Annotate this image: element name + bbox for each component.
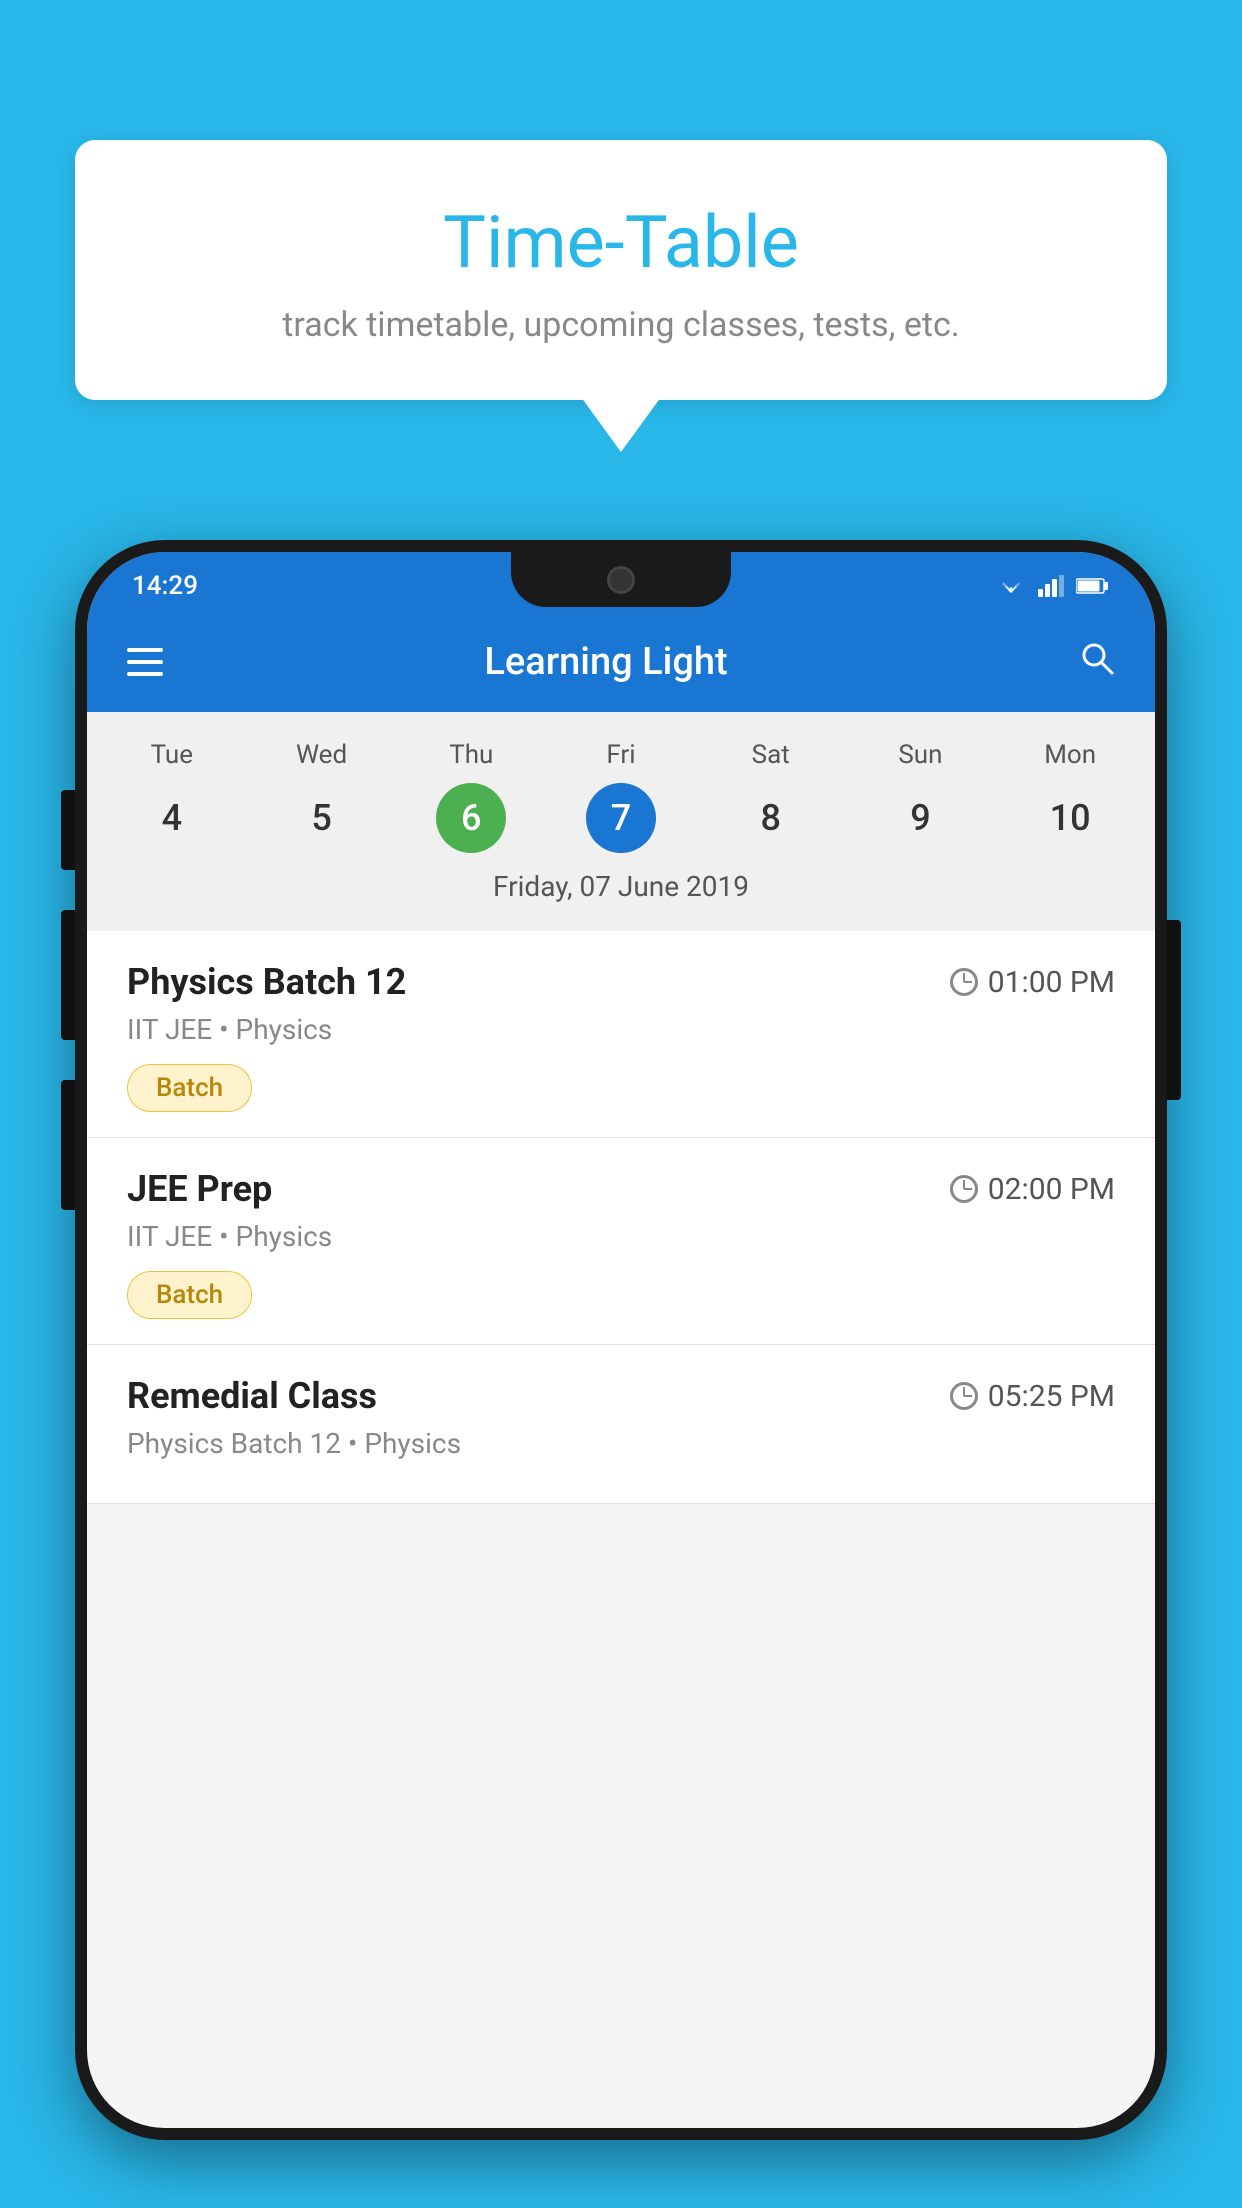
phone-btn-power: [61, 790, 75, 870]
schedule-title-3: Remedial Class: [127, 1375, 377, 1417]
day-tue: Tue: [97, 732, 247, 778]
schedule-time-text-3: 05:25 PM: [988, 1379, 1115, 1414]
phone-btn-right: [1167, 920, 1181, 1100]
phone-btn-vol-up: [61, 910, 75, 1040]
schedule-item-3-header: Remedial Class 05:25 PM: [127, 1375, 1115, 1417]
date-6-today[interactable]: 6: [436, 783, 506, 853]
schedule-item-2-header: JEE Prep 02:00 PM: [127, 1168, 1115, 1210]
phone-camera: [607, 566, 635, 594]
days-row: Tue Wed Thu Fri Sat Sun Mon: [87, 732, 1155, 778]
bubble-subtitle: track timetable, upcoming classes, tests…: [125, 305, 1117, 345]
batch-tag-2: Batch: [127, 1271, 252, 1319]
phone-btn-vol-down: [61, 1080, 75, 1210]
schedule-item-1-header: Physics Batch 12 01:00 PM: [127, 961, 1115, 1003]
batch-tag-1: Batch: [127, 1064, 252, 1112]
schedule-subtitle-3: Physics Batch 12 • Physics: [127, 1427, 1115, 1460]
status-time: 14:29: [132, 571, 198, 601]
phone-notch: [511, 552, 731, 607]
day-wed: Wed: [247, 732, 397, 778]
hamburger-menu-button[interactable]: [127, 648, 163, 676]
schedule-time-text-2: 02:00 PM: [988, 1172, 1115, 1207]
date-7-selected[interactable]: 7: [586, 783, 656, 853]
schedule-title-1: Physics Batch 12: [127, 961, 406, 1003]
schedule-list: Physics Batch 12 01:00 PM IIT JEE • Phys…: [87, 931, 1155, 1504]
clock-icon-3: [950, 1382, 978, 1410]
app-bar: Learning Light: [87, 612, 1155, 712]
status-icons: [996, 575, 1110, 597]
day-mon: Mon: [995, 732, 1145, 778]
date-4[interactable]: 4: [137, 783, 207, 853]
schedule-item-2[interactable]: JEE Prep 02:00 PM IIT JEE • Physics Batc…: [87, 1138, 1155, 1345]
date-8[interactable]: 8: [736, 783, 806, 853]
day-sun: Sun: [846, 732, 996, 778]
schedule-time-text-1: 01:00 PM: [988, 965, 1115, 1000]
date-10[interactable]: 10: [1035, 783, 1105, 853]
schedule-item-3[interactable]: Remedial Class 05:25 PM Physics Batch 12…: [87, 1345, 1155, 1504]
speech-bubble-container: Time-Table track timetable, upcoming cla…: [75, 140, 1167, 400]
bubble-title: Time-Table: [125, 200, 1117, 285]
schedule-item-1[interactable]: Physics Batch 12 01:00 PM IIT JEE • Phys…: [87, 931, 1155, 1138]
search-button[interactable]: [1079, 640, 1115, 685]
signal-icon: [1038, 575, 1064, 597]
schedule-subtitle-1: IIT JEE • Physics: [127, 1013, 1115, 1046]
phone-frame: 14:29: [75, 540, 1167, 2208]
date-5[interactable]: 5: [287, 783, 357, 853]
clock-icon-2: [950, 1175, 978, 1203]
day-thu: Thu: [396, 732, 546, 778]
clock-icon-1: [950, 968, 978, 996]
battery-icon: [1076, 577, 1110, 595]
dates-row: 4 5 6 7 8 9 10: [87, 778, 1155, 858]
calendar-strip: Tue Wed Thu Fri Sat Sun Mon 4 5 6 7 8 9 …: [87, 712, 1155, 931]
phone-screen: 14:29: [87, 552, 1155, 2128]
schedule-time-1: 01:00 PM: [950, 965, 1115, 1000]
day-sat: Sat: [696, 732, 846, 778]
day-fri: Fri: [546, 732, 696, 778]
date-9[interactable]: 9: [885, 783, 955, 853]
selected-date-label: Friday, 07 June 2019: [87, 858, 1155, 921]
phone-outer: 14:29: [75, 540, 1167, 2140]
schedule-title-2: JEE Prep: [127, 1168, 272, 1210]
schedule-time-3: 05:25 PM: [950, 1379, 1115, 1414]
schedule-subtitle-2: IIT JEE • Physics: [127, 1220, 1115, 1253]
schedule-time-2: 02:00 PM: [950, 1172, 1115, 1207]
wifi-icon: [996, 575, 1026, 597]
app-title: Learning Light: [163, 640, 1049, 684]
speech-bubble: Time-Table track timetable, upcoming cla…: [75, 140, 1167, 400]
